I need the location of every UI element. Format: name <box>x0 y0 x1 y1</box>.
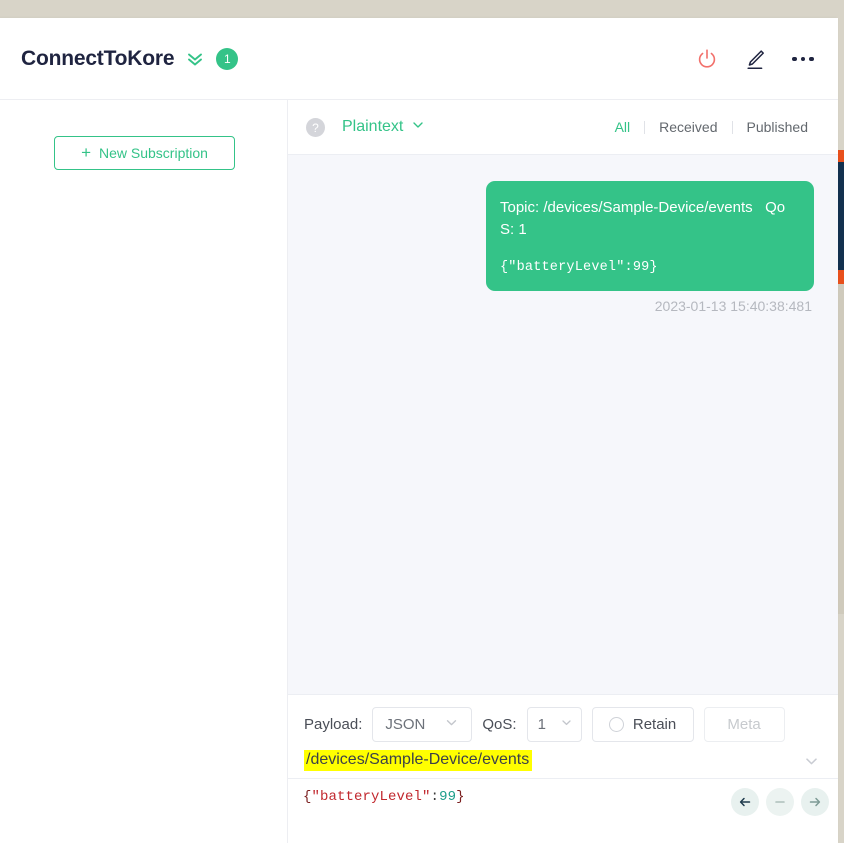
qos-label: QoS: <box>482 715 517 733</box>
help-icon[interactable]: ? <box>306 118 325 137</box>
radio-unchecked-icon <box>608 716 624 732</box>
payload-editor[interactable]: {"batteryLevel":99} <box>288 779 838 843</box>
messages-toolbar: ? Plaintext All Received Published <box>288 100 838 154</box>
topic-history-chevron-down-icon[interactable] <box>803 753 820 775</box>
collapse-button[interactable] <box>766 788 794 816</box>
edit-pencil-icon[interactable] <box>742 46 768 72</box>
new-subscription-label: New Subscription <box>99 145 208 161</box>
message-filter-tabs: All Received Published <box>601 100 822 154</box>
message-topic-qos: Topic: /devices/Sample-Device/events QoS… <box>500 199 786 238</box>
tab-received[interactable]: Received <box>645 120 731 134</box>
payload-format-select[interactable]: Plaintext <box>342 100 425 154</box>
send-back-button[interactable] <box>731 788 759 816</box>
chevron-down-icon <box>444 715 459 734</box>
payload-format-label: Plaintext <box>342 118 404 135</box>
plus-icon: + <box>81 143 91 162</box>
mqtt-client-window: ConnectToKore 1 + New Subscription ? Pla… <box>0 18 838 843</box>
more-horizontal-icon[interactable] <box>790 46 816 72</box>
message-payload: {"batteryLevel":99} <box>500 260 658 275</box>
payload-type-value: JSON <box>385 715 426 733</box>
tab-all[interactable]: All <box>601 120 645 134</box>
chevron-down-icon <box>411 118 425 137</box>
payload-label: Payload: <box>304 715 363 733</box>
message-item: Topic: /devices/Sample-Device/events QoS… <box>486 181 814 314</box>
qos-select[interactable]: 1 <box>526 706 582 742</box>
power-icon[interactable] <box>694 46 720 72</box>
double-chevron-down-icon[interactable] <box>185 49 205 69</box>
message-list[interactable]: Topic: /devices/Sample-Device/events QoS… <box>288 154 838 694</box>
payload-type-select[interactable]: JSON <box>372 706 473 742</box>
page-title: ConnectToKore <box>21 47 175 70</box>
connection-count-badge: 1 <box>216 48 239 70</box>
json-key: "batteryLevel" <box>311 789 431 805</box>
chevron-down-icon <box>560 716 573 733</box>
qos-value: 1 <box>537 715 546 733</box>
meta-button[interactable]: Meta <box>703 706 785 742</box>
messages-panel: ? Plaintext All Received Published Topic… <box>288 100 838 843</box>
retain-label: Retain <box>632 715 677 733</box>
editor-nav-buttons <box>731 788 829 816</box>
new-subscription-button[interactable]: + New Subscription <box>54 136 235 170</box>
tab-published[interactable]: Published <box>733 120 823 134</box>
composer-controls: Payload: JSON QoS: 1 Retain Meta <box>304 705 785 743</box>
subscriptions-sidebar: + New Subscription <box>0 100 288 843</box>
topic-row: /devices/Sample-Device/events <box>288 743 838 779</box>
topic-input[interactable]: /devices/Sample-Device/events <box>304 750 533 771</box>
message-bubble[interactable]: Topic: /devices/Sample-Device/events QoS… <box>486 181 814 291</box>
retain-toggle[interactable]: Retain <box>591 706 694 742</box>
json-brace-close: } <box>456 789 465 805</box>
json-brace-open: { <box>303 789 312 805</box>
json-colon: : <box>430 789 440 805</box>
send-forward-button[interactable] <box>801 788 829 816</box>
window-top-edge <box>0 18 838 36</box>
message-composer: Payload: JSON QoS: 1 Retain Meta /device… <box>288 694 838 843</box>
json-number: 99 <box>439 789 457 805</box>
message-timestamp: 2023-01-13 15:40:38:481 <box>654 298 812 314</box>
payload-editor-code: {"batteryLevel":99} <box>303 789 465 805</box>
